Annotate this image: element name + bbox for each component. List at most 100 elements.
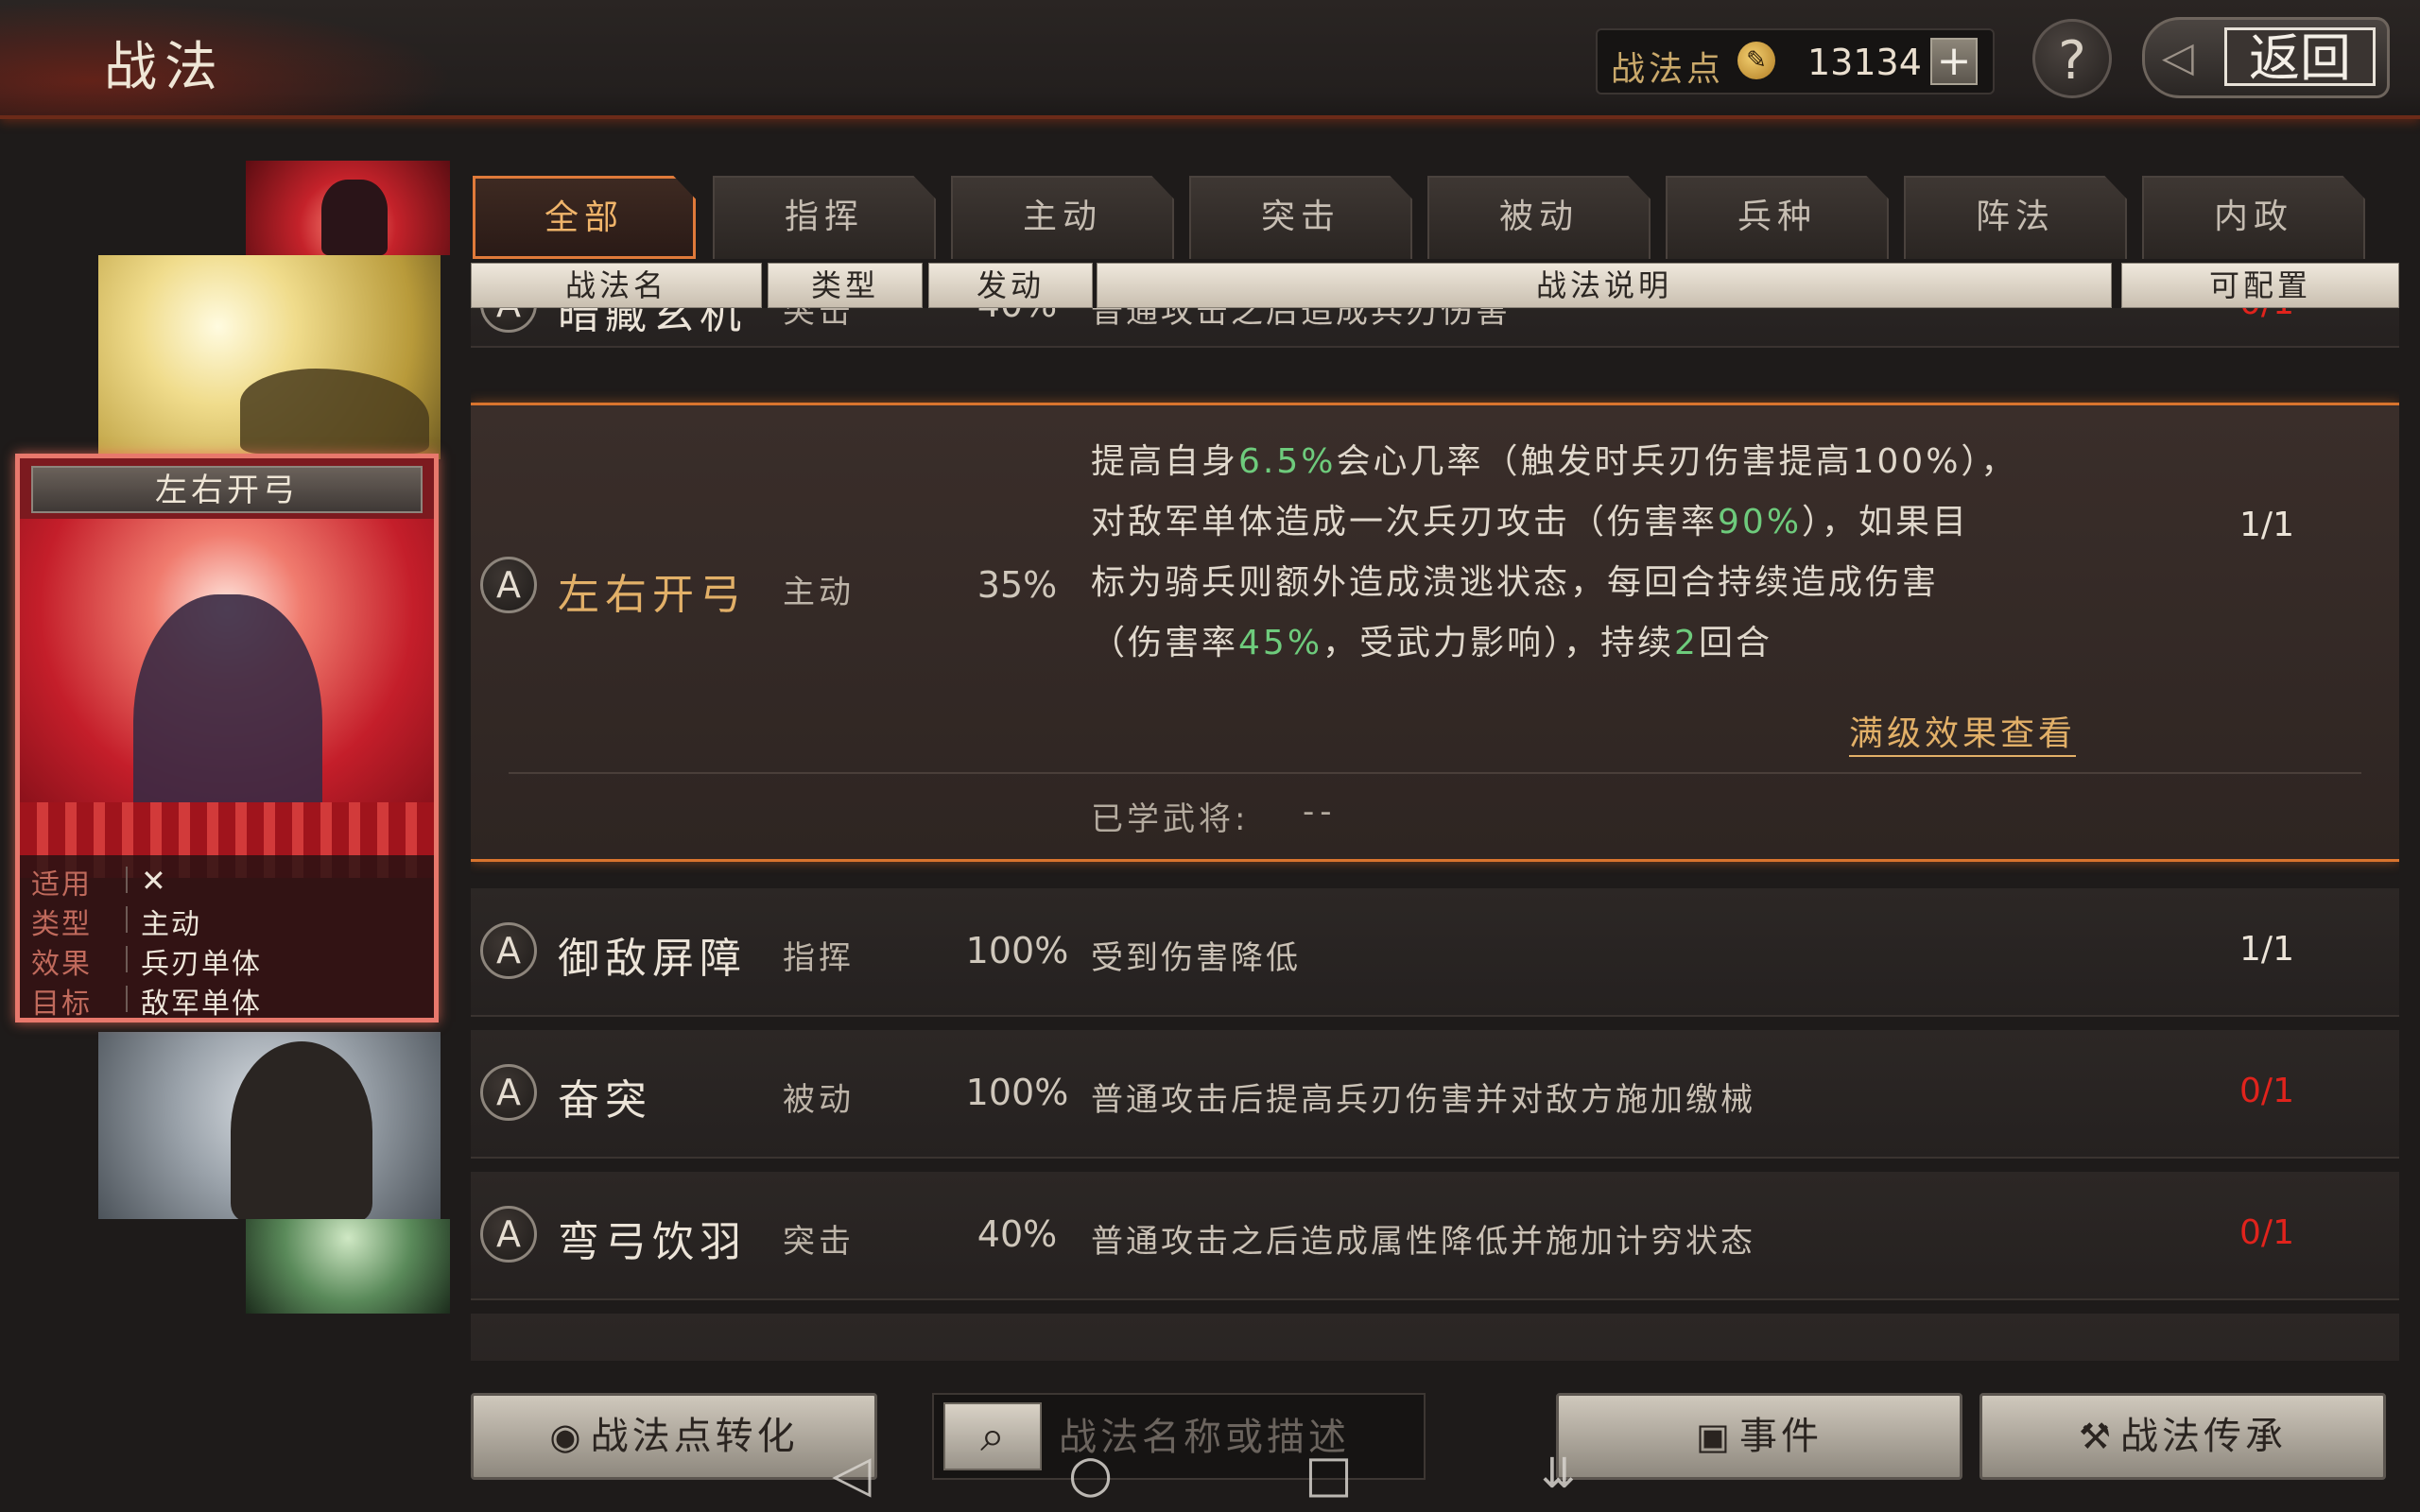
skill-description: 普通攻击之后造成兵刃伤害 — [1091, 308, 1511, 331]
grade-badge: A — [480, 557, 537, 613]
events-button[interactable]: ▣ 事件 — [1556, 1393, 1962, 1480]
back-button[interactable]: ◁ 返回 — [2142, 17, 2390, 98]
info-separator — [126, 986, 128, 1012]
back-arrow-icon: ◁ — [2162, 33, 2194, 81]
table-row[interactable]: A 暗藏玄机 突击 40% 普通攻击之后造成兵刃伤害 0/1 — [471, 308, 2399, 348]
grade-badge: A — [480, 308, 537, 333]
search-icon[interactable]: ⌕ — [943, 1402, 1042, 1470]
table-row[interactable] — [471, 1314, 2399, 1361]
inherit-skill-label: 战法传承 — [2120, 1415, 2288, 1458]
skill-count: 0/1 — [2239, 1072, 2294, 1110]
top-bar: 战法 战法点 ✎ 13134 + ? ◁ 返回 — [0, 0, 2420, 119]
description-line: 标为骑兵则额外造成溃逃状态，每回合持续造成伤害 — [1091, 563, 1940, 602]
tab-passive[interactable]: 被动 — [1427, 176, 1651, 259]
info-value: 敌军单体 — [141, 988, 262, 1021]
back-label: 返回 — [2224, 27, 2376, 87]
convert-points-button[interactable]: ◉ 战法点转化 — [471, 1393, 877, 1480]
tab-command[interactable]: 指挥 — [713, 176, 936, 259]
skill-rate: 40% — [977, 1213, 1058, 1255]
convert-points-label: 战法点转化 — [590, 1415, 799, 1458]
skill-count: 1/1 — [2239, 506, 2294, 544]
card-info-panel: 适用 ✕ 类型 主动 效果 兵刃单体 目标 敌军单体 — [20, 855, 434, 1018]
info-value: 兵刃单体 — [141, 948, 262, 981]
nav-recents-icon[interactable]: □ — [1305, 1444, 1353, 1503]
info-separator — [126, 946, 128, 972]
column-header-description: 战法说明 — [1097, 263, 2112, 308]
flame-icon: ✎ — [1737, 42, 1775, 79]
card-info-row: 类型 主动 — [20, 899, 434, 941]
skill-name: 暗藏玄机 — [558, 308, 747, 338]
nav-home-icon[interactable]: ○ — [1068, 1444, 1113, 1503]
nav-back-icon[interactable]: ◁ — [832, 1444, 872, 1503]
skill-type: 主动 — [783, 574, 855, 611]
tab-active[interactable]: 主动 — [951, 176, 1174, 259]
title-glow — [0, 0, 454, 115]
description-line: 提高自身6.5%会心几率（触发时兵刃伤害提高100%）， — [1091, 442, 2018, 481]
column-header-rate[interactable]: 发动 — [928, 263, 1093, 308]
info-key: 类型 — [31, 908, 92, 941]
grade-badge: A — [480, 922, 537, 979]
skill-description: 受到伤害降低 — [1091, 939, 1301, 977]
points-label: 战法点 — [1611, 50, 1725, 89]
help-button[interactable]: ? — [2032, 19, 2112, 98]
points-value: 13134 — [1807, 42, 1922, 83]
skill-count: 0/1 — [2210, 308, 2324, 322]
add-points-button[interactable]: + — [1930, 38, 1978, 85]
skill-count: 1/1 — [2239, 930, 2294, 969]
table-row[interactable]: A 御敌屏障 指挥 100% 受到伤害降低 1/1 — [471, 888, 2399, 1017]
skill-list[interactable]: A 暗藏玄机 突击 40% 普通攻击之后造成兵刃伤害 0/1 A 左右开弓 主动… — [471, 308, 2399, 1361]
info-separator — [126, 867, 128, 893]
grade-badge: A — [480, 1206, 537, 1263]
card-info-row: 目标 敌军单体 — [20, 978, 434, 1018]
card-info-row: 效果 兵刃单体 — [20, 938, 434, 981]
skill-rate: 100% — [965, 1072, 1069, 1113]
skill-card-thumb-prev2[interactable] — [246, 161, 450, 255]
tab-all[interactable]: 全部 — [473, 176, 696, 259]
learned-generals-value: -- — [1303, 793, 1338, 831]
table-row[interactable]: A 奋突 被动 100% 普通攻击后提高兵刃伤害并对敌方施加缴械 0/1 — [471, 1030, 2399, 1159]
card-skill-name: 左右开弓 — [31, 466, 423, 513]
info-separator — [126, 906, 128, 933]
card-info-row: 适用 ✕ — [20, 859, 434, 902]
skill-detailed-description: 提高自身6.5%会心几率（触发时兵刃伤害提高100%）， 对敌军单体造成一次兵刃… — [1091, 432, 2150, 674]
skill-description: 普通攻击后提高兵刃伤害并对敌方施加缴械 — [1091, 1081, 1755, 1119]
skill-card-thumb-next2[interactable] — [246, 1219, 450, 1314]
skill-type: 被动 — [783, 1081, 855, 1119]
learned-generals-label: 已学武将: — [1091, 800, 1250, 838]
column-header-available[interactable]: 可配置 — [2121, 263, 2399, 308]
skill-rate: 40% — [960, 308, 1074, 325]
events-label: 事件 — [1738, 1415, 1823, 1458]
skill-name: 左右开弓 — [558, 571, 747, 619]
selected-skill-card[interactable]: 左右开弓 适用 ✕ 类型 主动 效果 兵刃单体 目标 敌军单体 — [15, 454, 439, 1022]
description-line: （伤害率45%，受武力影响），持续2回合 — [1091, 624, 1772, 662]
skill-rate: 100% — [965, 930, 1069, 971]
skill-name: 御敌屏障 — [558, 935, 747, 983]
column-header-name[interactable]: 战法名 — [471, 263, 762, 308]
nav-hide-icon[interactable]: ⇊ — [1541, 1450, 1576, 1498]
skill-name: 奋突 — [558, 1076, 652, 1125]
table-row[interactable]: A 弯弓饮羽 突击 40% 普通攻击之后造成属性降低并施加计穷状态 0/1 — [471, 1172, 2399, 1300]
page-title: 战法 — [104, 37, 225, 98]
tab-formation[interactable]: 阵法 — [1904, 176, 2127, 259]
skill-description: 普通攻击之后造成属性降低并施加计穷状态 — [1091, 1223, 1755, 1261]
info-key: 适用 — [31, 868, 92, 902]
tab-assault[interactable]: 突击 — [1189, 176, 1412, 259]
description-line: 对敌军单体造成一次兵刃攻击（伤害率90%），如果目 — [1091, 503, 1970, 541]
skill-name: 弯弓饮羽 — [558, 1218, 747, 1266]
skill-type: 突击 — [783, 1223, 855, 1261]
skill-card-thumb-next1[interactable] — [98, 1032, 441, 1219]
tactic-points-panel: 战法点 ✎ 13134 + — [1596, 28, 1995, 94]
tab-internal-affairs[interactable]: 内政 — [2142, 176, 2365, 259]
table-row-expanded[interactable]: A 左右开弓 主动 35% 1/1 提高自身6.5%会心几率（触发时兵刃伤害提高… — [471, 403, 2399, 862]
crossed-bow-icon: ✕ — [141, 863, 166, 899]
tab-troop-type[interactable]: 兵种 — [1666, 176, 1889, 259]
info-key: 目标 — [31, 988, 92, 1021]
column-header-type[interactable]: 类型 — [768, 263, 923, 308]
warning-scroll-icon: ▣ — [1696, 1416, 1734, 1457]
hammer-icon: ⚒ — [2078, 1416, 2116, 1457]
max-level-effect-link[interactable]: 满级效果查看 — [1849, 706, 2077, 757]
inherit-skill-button[interactable]: ⚒ 战法传承 — [1979, 1393, 2386, 1480]
flame-icon: ◉ — [549, 1416, 585, 1457]
skill-rate: 35% — [977, 564, 1058, 606]
skill-card-thumb-prev1[interactable] — [98, 255, 441, 459]
